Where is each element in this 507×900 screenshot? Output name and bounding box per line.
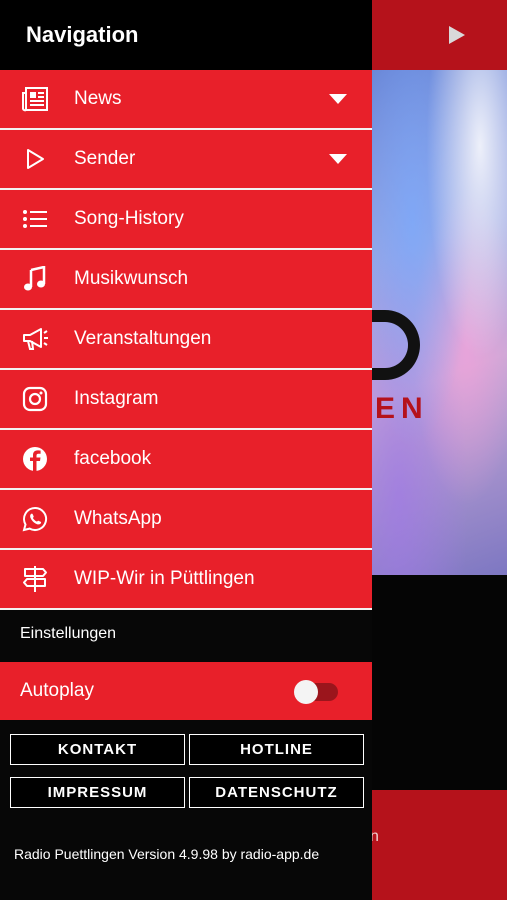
chevron-down-icon[interactable]	[329, 154, 347, 164]
settings-title: Einstellungen	[20, 625, 117, 642]
menu-item-sender[interactable]: Sender	[0, 130, 372, 190]
menu-label-musikwunsch: Musikwunsch	[74, 268, 189, 289]
menu-label-facebook: facebook	[74, 448, 152, 469]
drawer-header: Navigation	[0, 0, 372, 70]
autoplay-toggle-knob[interactable]	[294, 680, 318, 704]
hotline-button[interactable]: HOTLINE	[189, 734, 364, 765]
menu-label-instagram: Instagram	[74, 388, 159, 409]
menu-label-wip: WIP-Wir in Püttlingen	[74, 568, 255, 589]
menu-label-sender: Sender	[74, 148, 136, 169]
logo-partial-text: EN	[375, 392, 429, 425]
whatsapp-icon	[20, 505, 50, 533]
autoplay-label: Autoplay	[20, 680, 94, 701]
play-icon[interactable]	[449, 26, 465, 44]
kontakt-button[interactable]: KONTAKT	[10, 734, 185, 765]
menu-item-veranstaltungen[interactable]: Veranstaltungen	[0, 310, 372, 370]
menu-item-news[interactable]: News	[0, 70, 372, 130]
signpost-icon	[20, 565, 50, 593]
menu-item-wip[interactable]: WIP-Wir in Püttlingen	[0, 550, 372, 610]
play-outline-icon	[20, 145, 50, 173]
music-note-icon	[20, 265, 50, 293]
menu-item-song-history[interactable]: Song-History	[0, 190, 372, 250]
menu-label-whatsapp: WhatsApp	[74, 508, 162, 529]
version-footer: Radio Puettlingen Version 4.9.98 by radi…	[14, 846, 320, 862]
player-bar	[372, 790, 507, 900]
drawer-title: Navigation	[26, 22, 139, 47]
list-icon	[20, 205, 50, 233]
autoplay-row: Autoplay	[0, 662, 372, 720]
newspaper-icon	[20, 85, 50, 113]
menu-label-news: News	[74, 88, 122, 109]
menu-item-musikwunsch[interactable]: Musikwunsch	[0, 250, 372, 310]
impressum-button[interactable]: IMPRESSUM	[10, 777, 185, 808]
menu-label-song-history: Song-History	[74, 208, 184, 229]
instagram-icon	[20, 385, 50, 413]
menu-label-veranstaltungen: Veranstaltungen	[74, 328, 212, 349]
megaphone-icon	[20, 325, 50, 353]
datenschutz-button[interactable]: DATENSCHUTZ	[189, 777, 364, 808]
menu-item-instagram[interactable]: Instagram	[0, 370, 372, 430]
chevron-down-icon[interactable]	[329, 94, 347, 104]
menu-list: News Sender Song-History Musikwunsch Ver…	[0, 70, 372, 610]
navigation-drawer: Navigation News Sender Song-History Musi…	[0, 0, 372, 900]
menu-item-facebook[interactable]: facebook	[0, 430, 372, 490]
menu-item-whatsapp[interactable]: WhatsApp	[0, 490, 372, 550]
facebook-icon	[20, 445, 50, 473]
